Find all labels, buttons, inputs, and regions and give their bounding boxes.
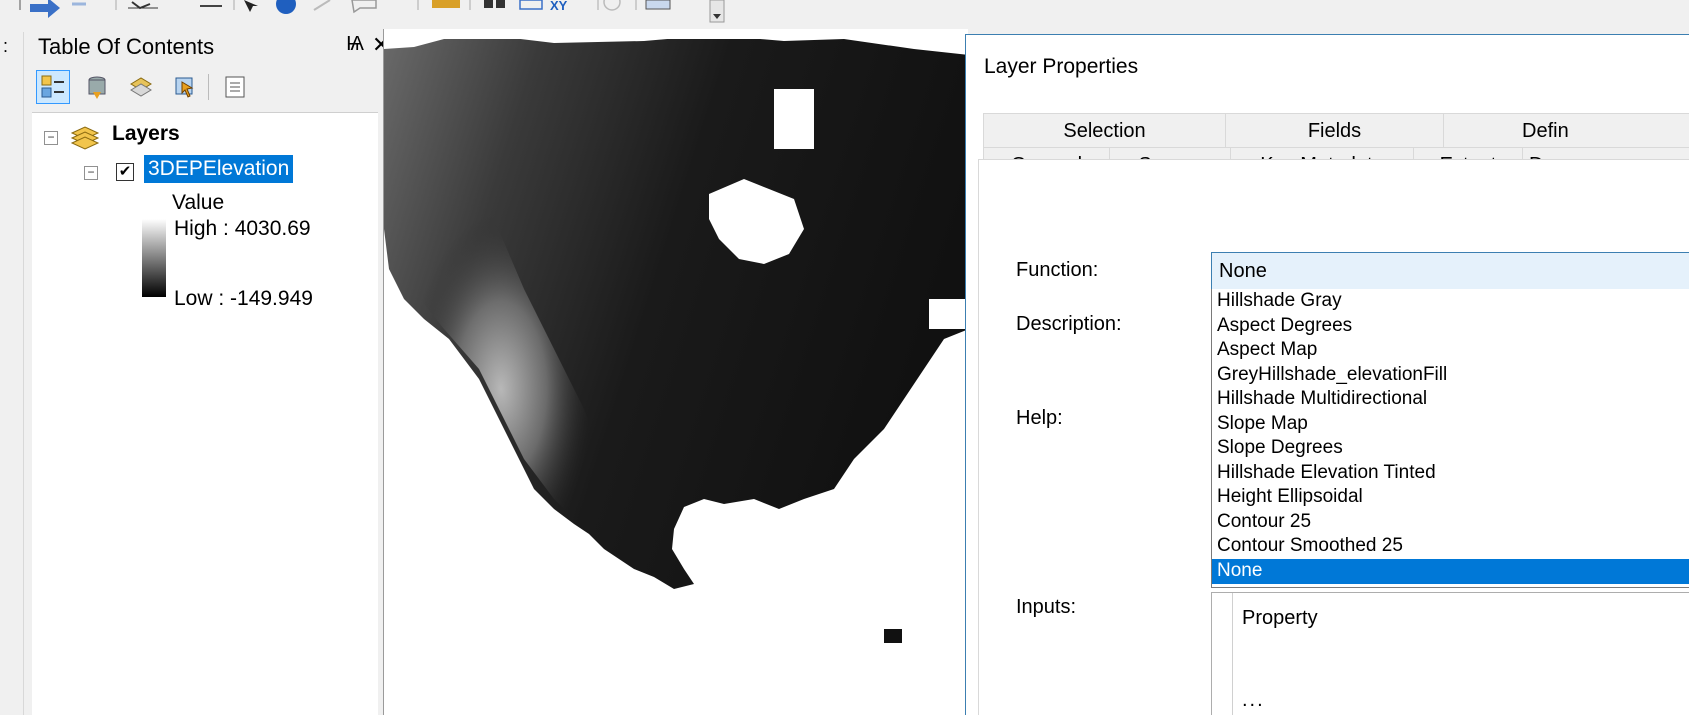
tab-selection[interactable]: Selection [983,113,1226,149]
map-view[interactable] [383,29,968,715]
back-icon[interactable] [30,0,60,18]
layers-expander[interactable]: − [44,131,58,145]
tab-fields[interactable]: Fields [1225,113,1444,149]
go-to-xy-icon[interactable] [519,0,543,10]
list-by-drawing-order-icon [41,75,64,98]
select-features-icon[interactable] [244,0,258,12]
list-by-source-icon [88,76,106,99]
toc-title: Table Of Contents [38,34,215,59]
options-icon [225,76,245,98]
collapse-handle[interactable]: : [3,36,8,57]
open-time-icon[interactable] [645,0,671,10]
toolbar-divider [208,74,209,100]
inputs-label: Inputs: [1016,596,1077,618]
layers-icon [70,126,100,150]
layer-visibility-checkbox[interactable]: ✔ [116,163,134,181]
legend-high: High : 4030.69 [174,217,311,240]
pin-icon[interactable]: Ѩ [346,33,364,56]
function-option[interactable]: Hillshade Elevation Tinted [1212,461,1689,486]
toc-header: Table Of Contents Ѩ ✕ [28,32,390,66]
toolbar-options-icon[interactable] [709,0,725,23]
dialog-title: Layer Properties [984,55,1139,78]
list-by-visibility-icon [130,77,152,97]
toolbar-strip: XY [19,0,725,23]
layers-root-label[interactable]: Layers [112,122,180,146]
info-icon[interactable] [276,0,296,14]
list-by-selection-icon [175,77,194,98]
function-option-selected[interactable]: None [1212,559,1689,584]
function-option[interactable]: Slope Degrees [1212,436,1689,461]
list-by-selection-button[interactable] [168,70,202,104]
function-option[interactable]: Slope Map [1212,412,1689,437]
inputs-table-header: Property [1212,593,1689,643]
swipe-icon[interactable] [484,0,505,8]
ruler-icon[interactable] [432,0,460,8]
function-option[interactable]: Aspect Map [1212,338,1689,363]
function-option[interactable]: Aspect Degrees [1212,314,1689,339]
time-slider-icon[interactable] [603,0,621,11]
description-label: Description: [1016,313,1122,335]
table-of-contents-panel: : Table Of Contents Ѩ ✕ − Layers − ✔ 3DE… [0,32,390,715]
function-dropdown-list: Hillshade Gray Aspect Degrees Aspect Map… [1211,289,1689,588]
function-option[interactable]: Contour 25 [1212,510,1689,535]
layer-expander[interactable]: − [84,166,98,180]
xy-icon[interactable]: XY [550,0,568,13]
html-popup-icon[interactable] [351,0,377,14]
function-select-value: None [1219,260,1267,282]
layer-properties-dialog: Layer Properties Selection Fields Defin … [965,34,1689,715]
legend-low: Low : -149.949 [174,287,313,310]
help-label: Help: [1016,407,1063,429]
inputs-table[interactable]: Property ... [1211,592,1689,715]
toc-tree: − Layers − ✔ 3DEPElevation Value High : … [32,112,378,715]
legend-ramp [142,219,166,297]
function-option[interactable]: GreyHillshade_elevationFill [1212,363,1689,388]
svg-text:XY: XY [550,0,568,13]
list-by-visibility-button[interactable] [124,70,158,104]
list-by-source-button[interactable] [80,70,114,104]
function-option[interactable]: Contour Smoothed 25 [1212,534,1689,559]
toc-toolbar [36,70,336,106]
select-elements-icon[interactable] [128,1,158,10]
options-button[interactable] [218,70,252,104]
main-toolbar: XY [0,0,1689,32]
tab-definition[interactable]: Defin [1443,113,1689,149]
function-label: Function: [1016,259,1099,281]
property-column-header[interactable]: Property [1242,607,1318,630]
inputs-table-row: ... [1242,689,1265,711]
elevation-raster [384,29,968,715]
function-option[interactable]: Hillshade Gray [1212,289,1689,314]
function-option[interactable]: Height Ellipsoidal [1212,485,1689,510]
nodata-hudson-north [774,89,814,149]
list-by-drawing-order-button[interactable] [36,70,70,104]
function-select[interactable]: None [1211,252,1689,290]
function-option[interactable]: Hillshade Multidirectional [1212,387,1689,412]
measure-icon[interactable] [313,0,331,11]
legend-title: Value [172,191,225,214]
toc-side-strip: : [0,32,24,715]
island [884,629,902,643]
layer-name[interactable]: 3DEPElevation [144,155,294,183]
